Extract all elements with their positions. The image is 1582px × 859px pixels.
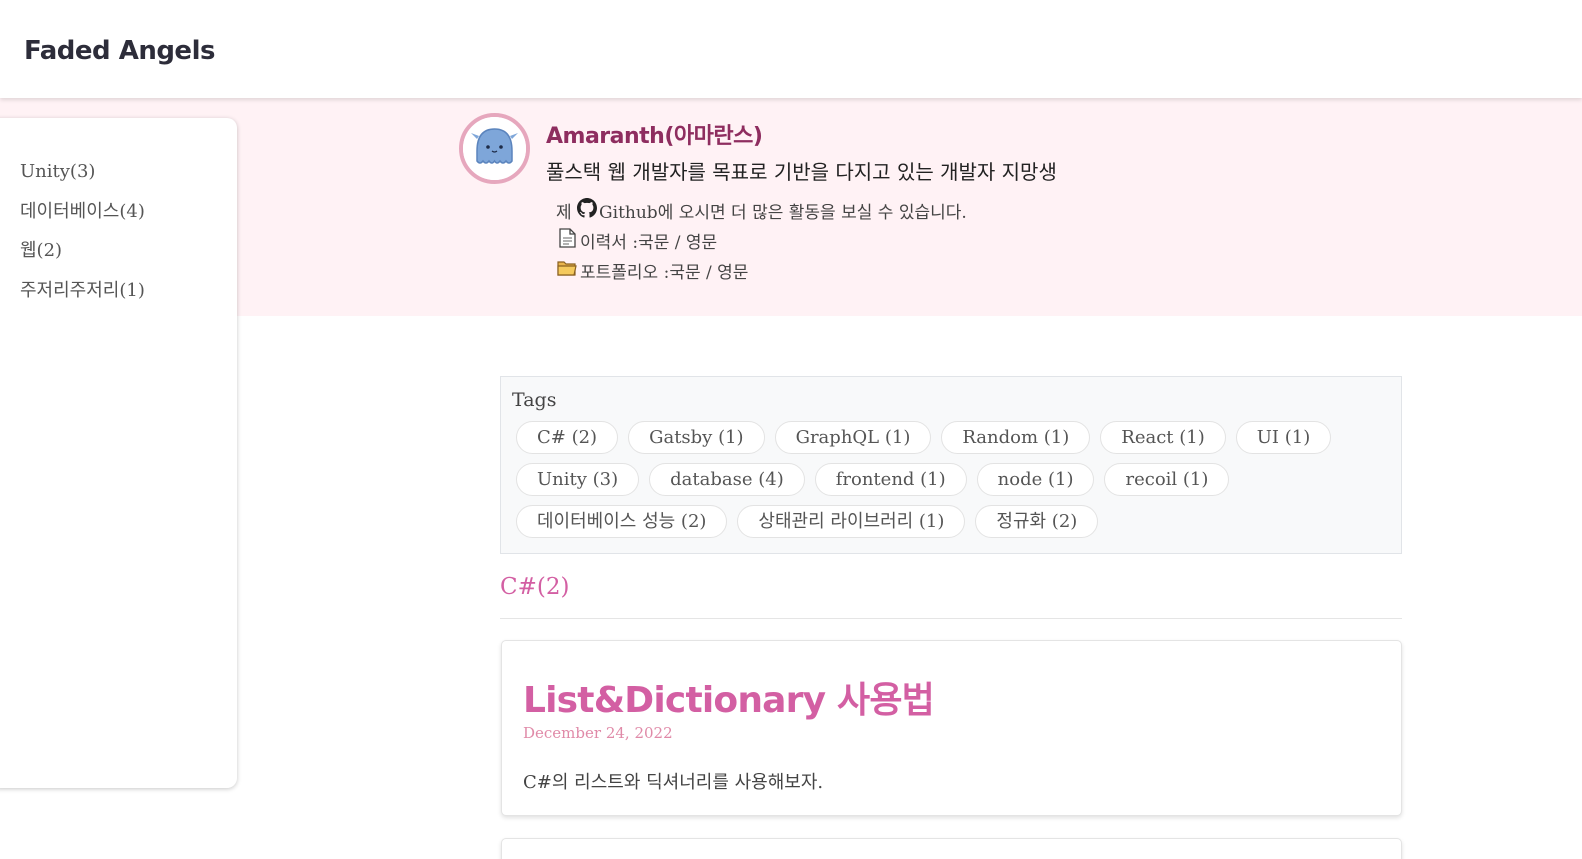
tag-chip[interactable]: 데이터베이스 성능 (2) bbox=[516, 505, 728, 538]
tags-title: Tags bbox=[512, 389, 557, 411]
sidebar-item-database[interactable]: 데이터베이스(4) bbox=[20, 198, 145, 238]
jellyfish-avatar bbox=[459, 113, 530, 184]
tag-chip[interactable]: 정규화 (2) bbox=[975, 505, 1099, 538]
bio-section: Amaranth(아마란스) 풀스택 웹 개발자를 목표로 기반을 다지고 있는… bbox=[0, 98, 1582, 316]
separator: / bbox=[669, 233, 686, 253]
tag-chip[interactable]: database (4) bbox=[649, 463, 805, 496]
portfolio-line: 포트폴리오 : 국문 / 영문 bbox=[556, 258, 967, 288]
folder-icon bbox=[556, 257, 578, 289]
tag-chip[interactable]: 상태관리 라이브러리 (1) bbox=[737, 505, 966, 538]
sidebar-item-misc[interactable]: 주저리주저리(1) bbox=[20, 277, 145, 317]
post-card[interactable] bbox=[501, 838, 1402, 859]
tag-chip[interactable]: Unity (3) bbox=[516, 463, 640, 496]
tag-chip[interactable]: UI (1) bbox=[1235, 421, 1332, 454]
tag-chip[interactable]: C# (2) bbox=[516, 421, 619, 454]
github-icon bbox=[577, 198, 598, 228]
post-card[interactable]: List&Dictionary 사용법 December 24, 2022 C#… bbox=[501, 640, 1402, 816]
divider bbox=[500, 618, 1402, 619]
github-prefix: 제 bbox=[556, 203, 572, 223]
github-link[interactable]: Github bbox=[599, 198, 658, 228]
category-heading: C#(2) bbox=[500, 574, 570, 600]
tag-chip[interactable]: node (1) bbox=[976, 463, 1095, 496]
author-name: Amaranth(아마란스) bbox=[546, 124, 763, 149]
resume-english-link[interactable]: 영문 bbox=[686, 228, 717, 258]
portfolio-english-link[interactable]: 영문 bbox=[717, 258, 748, 288]
resume-korean-link[interactable]: 국문 bbox=[638, 228, 669, 258]
document-icon bbox=[556, 227, 578, 259]
github-suffix: 에 오시면 더 많은 활동을 보실 수 있습니다. bbox=[657, 203, 967, 223]
resume-label: 이력서 : bbox=[580, 233, 639, 253]
tag-chip[interactable]: recoil (1) bbox=[1104, 463, 1230, 496]
portfolio-label: 포트폴리오 : bbox=[580, 263, 670, 283]
sidebar-item-web[interactable]: 웹(2) bbox=[20, 237, 145, 277]
tag-chip[interactable]: Gatsby (1) bbox=[628, 421, 765, 454]
author-links: 제 Github 에 오시면 더 많은 활동을 보실 수 있습니다. 이력서 :… bbox=[556, 198, 967, 288]
sidebar-item-unity[interactable]: Unity(3) bbox=[20, 158, 145, 198]
post-title[interactable]: List&Dictionary 사용법 bbox=[523, 671, 935, 723]
category-list: Unity(3) 데이터베이스(4) 웹(2) 주저리주저리(1) bbox=[20, 158, 145, 316]
post-description: C#의 리스트와 딕셔너리를 사용해보자. bbox=[523, 772, 824, 793]
top-header: Faded Angels bbox=[0, 0, 1582, 98]
tag-chip[interactable]: GraphQL (1) bbox=[774, 421, 932, 454]
post-date: December 24, 2022 bbox=[523, 724, 673, 742]
site-title[interactable]: Faded Angels bbox=[24, 36, 215, 66]
tags-panel: Tags C# (2) Gatsby (1) GraphQL (1) Rando… bbox=[500, 376, 1402, 554]
github-line: 제 Github 에 오시면 더 많은 활동을 보실 수 있습니다. bbox=[556, 198, 967, 228]
separator: / bbox=[700, 263, 718, 283]
author-description: 풀스택 웹 개발자를 목표로 기반을 다지고 있는 개발자 지망생 bbox=[546, 160, 1057, 184]
tag-row: C# (2) Gatsby (1) GraphQL (1) Random (1)… bbox=[516, 421, 1332, 454]
tag-chip[interactable]: frontend (1) bbox=[814, 463, 967, 496]
tag-row: Unity (3) database (4) frontend (1) node… bbox=[516, 463, 1230, 496]
tag-chip[interactable]: Random (1) bbox=[941, 421, 1091, 454]
resume-line: 이력서 : 국문 / 영문 bbox=[556, 228, 967, 258]
category-sidebar: Unity(3) 데이터베이스(4) 웹(2) 주저리주저리(1) bbox=[0, 118, 237, 788]
tag-chip[interactable]: React (1) bbox=[1100, 421, 1226, 454]
tag-row: 데이터베이스 성능 (2) 상태관리 라이브러리 (1) 정규화 (2) bbox=[516, 505, 1099, 538]
portfolio-korean-link[interactable]: 국문 bbox=[669, 258, 700, 288]
